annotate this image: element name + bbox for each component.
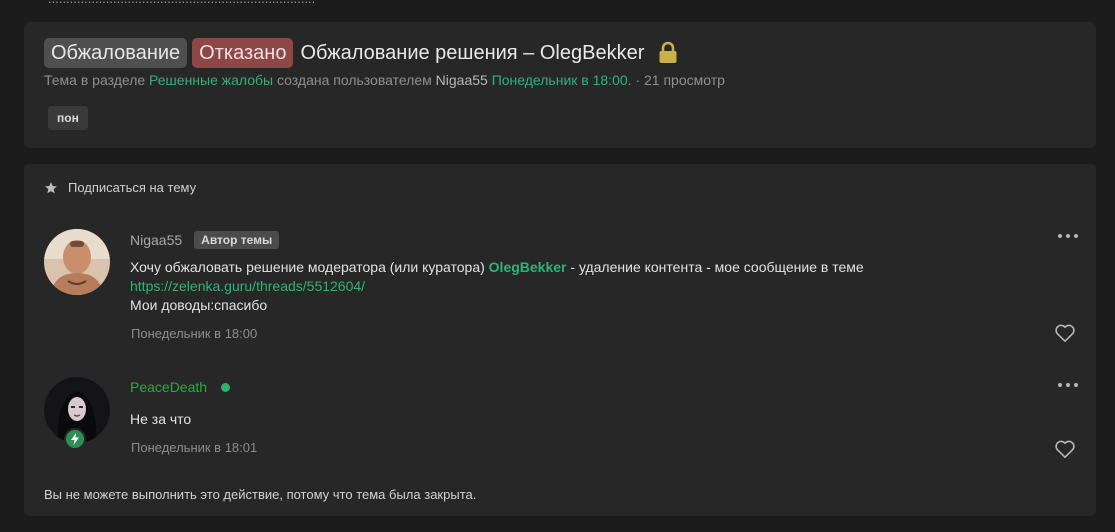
heart-icon[interactable] <box>1054 439 1076 464</box>
post-header: Nigaa55 Автор темы <box>130 231 280 249</box>
subscribe-button[interactable]: Подписаться на тему <box>44 180 196 195</box>
heart-icon[interactable] <box>1054 323 1076 348</box>
post-date[interactable]: Понедельник в 18:01 <box>131 440 257 455</box>
closed-thread-notice: Вы не можете выполнить это действие, пот… <box>44 487 477 502</box>
more-dots-icon[interactable] <box>1058 380 1078 390</box>
thread-meta: Тема в разделе Решенные жалобы создана п… <box>44 72 725 88</box>
post-date[interactable]: Понедельник в 18:00 <box>131 326 257 341</box>
star-icon <box>45 181 57 193</box>
post-header: PeaceDeath <box>130 379 231 395</box>
subscribe-label: Подписаться на тему <box>68 180 197 195</box>
bolt-icon <box>64 428 86 450</box>
post-content: Хочу обжаловать решение модератора (или … <box>130 258 864 315</box>
post-text: Хочу обжаловать решение модератора (или … <box>130 259 485 275</box>
meta-created-by: создана пользователем <box>277 72 432 88</box>
previous-content-strip: ........................................… <box>0 0 1115 14</box>
posts-container: Подписаться на тему Nigaa55 Автор темы Х… <box>24 164 1096 516</box>
post-username[interactable]: Nigaa55 <box>130 232 182 248</box>
post-text: - удаление контента - мое сообщение в те… <box>570 259 864 275</box>
title-row: Обжалование Отказано Обжалование решения… <box>44 38 678 68</box>
view-count: · 21 просмотр <box>635 72 725 88</box>
meta-prefix: Тема в разделе <box>44 72 146 88</box>
post-content: Не за что <box>130 410 191 429</box>
online-indicator <box>221 382 231 392</box>
mention-link[interactable]: OlegBekker <box>489 259 567 275</box>
author-link[interactable]: Nigaa55 <box>436 72 488 88</box>
thread-tag[interactable]: пон <box>48 106 88 130</box>
prefix-status-denied[interactable]: Отказано <box>192 38 294 68</box>
section-link[interactable]: Решенные жалобы <box>149 72 273 88</box>
post-username[interactable]: PeaceDeath <box>130 379 207 395</box>
post-text: Мои доводы:спасибо <box>130 297 268 313</box>
author-badge: Автор темы <box>194 231 280 249</box>
thread-header: Обжалование Отказано Обжалование решения… <box>24 22 1096 148</box>
thread-title: Обжалование решения – OlegBekker <box>300 41 645 64</box>
created-date-link[interactable]: Понедельник в 18:00. <box>492 72 632 88</box>
prefix-appeal[interactable]: Обжалование <box>44 38 188 68</box>
more-dots-icon[interactable] <box>1058 231 1078 241</box>
lock-icon <box>658 41 678 65</box>
post-text: Не за что <box>130 411 192 427</box>
thread-link[interactable]: https://zelenka.guru/threads/5512604/ <box>130 277 864 296</box>
avatar[interactable] <box>44 229 110 295</box>
